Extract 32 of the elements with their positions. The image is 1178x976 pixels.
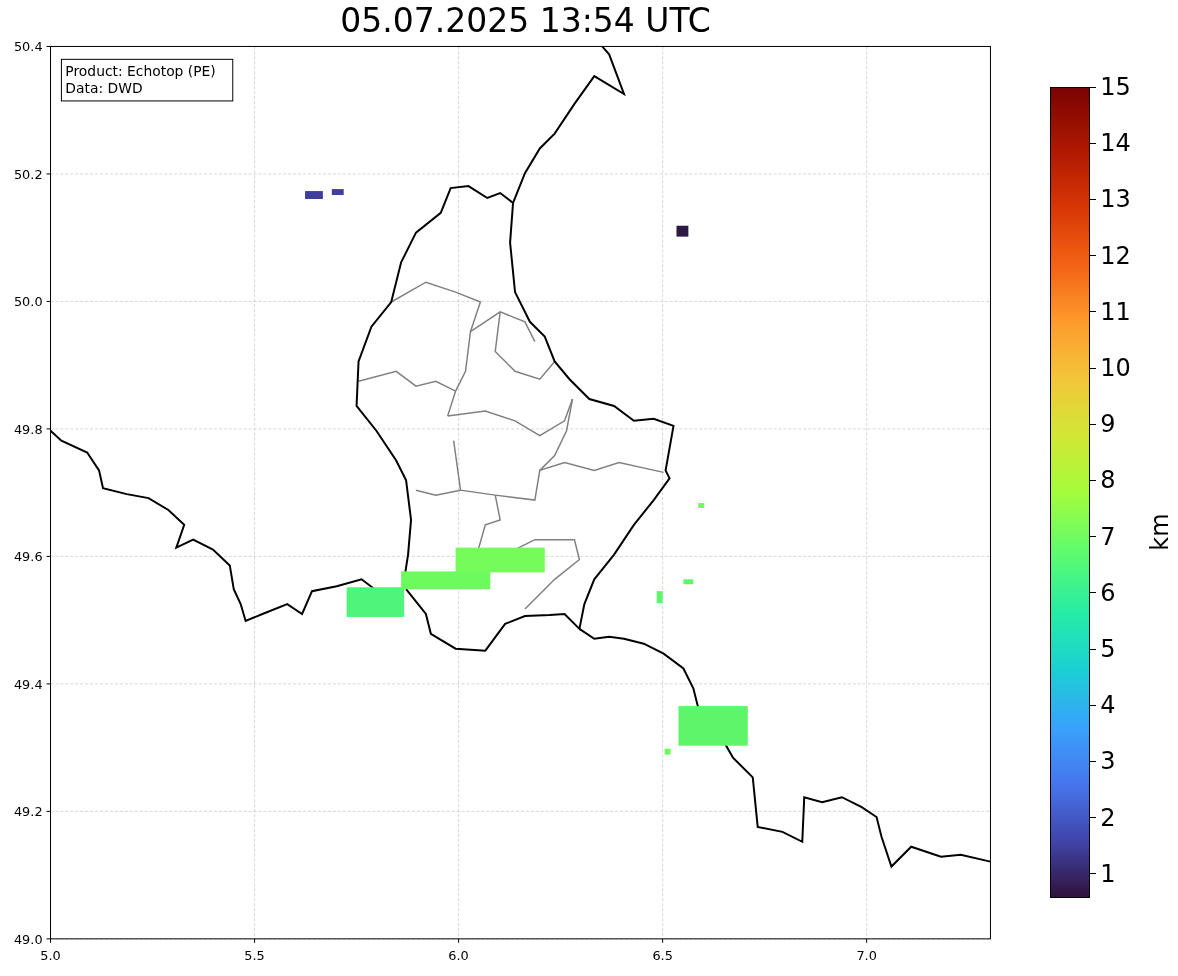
info-text: Product: Echotop (PE) xyxy=(65,63,216,80)
x-tick-label: 5.0 xyxy=(40,947,61,963)
info-text: Data: DWD xyxy=(65,80,143,96)
colorbar-tick-label: 2 xyxy=(1090,805,1131,830)
y-tick-label: 49.2 xyxy=(13,804,43,820)
colorbar-tick-label: 3 xyxy=(1090,749,1131,774)
x-tick-label: 7.0 xyxy=(856,947,877,963)
colorbar-tick-label: 15 xyxy=(1090,75,1131,99)
y-tick-label: 49.8 xyxy=(13,421,43,437)
colorbar-tick-label: 6 xyxy=(1090,580,1131,605)
y-tick-label: 50.0 xyxy=(13,294,43,310)
y-tick-label: 49.6 xyxy=(13,549,43,565)
colorbar-tick-label: 4 xyxy=(1090,693,1131,718)
colorbar-tick-label: 5 xyxy=(1090,637,1131,662)
colorbar-tick-label: 12 xyxy=(1090,243,1131,268)
x-tick-label: 6.5 xyxy=(652,947,673,963)
colorbar-tick-label: 11 xyxy=(1090,299,1131,324)
colorbar-tick-label: 7 xyxy=(1090,524,1131,549)
colorbar-tick-label: 8 xyxy=(1090,468,1131,493)
x-tick-label: 5.5 xyxy=(244,947,265,963)
y-tick-label: 49.4 xyxy=(13,676,43,692)
colorbar-tick-label: 9 xyxy=(1090,412,1131,437)
colorbar-tick-label: 1 xyxy=(1090,861,1131,886)
y-tick-label: 49.0 xyxy=(13,931,43,947)
y-tick-label: 50.2 xyxy=(13,166,43,182)
y-tick-label: 50.4 xyxy=(13,42,43,55)
colorbar-tick-label: 13 xyxy=(1090,187,1131,212)
colorbar-label: km xyxy=(1145,512,1174,551)
x-tick-label: 6.0 xyxy=(448,947,469,963)
colorbar-tick-label: 14 xyxy=(1090,131,1131,156)
colorbar-tick-label: 10 xyxy=(1090,356,1131,380)
plot-title: 05.07.2025 13:54 UTC xyxy=(340,0,711,42)
